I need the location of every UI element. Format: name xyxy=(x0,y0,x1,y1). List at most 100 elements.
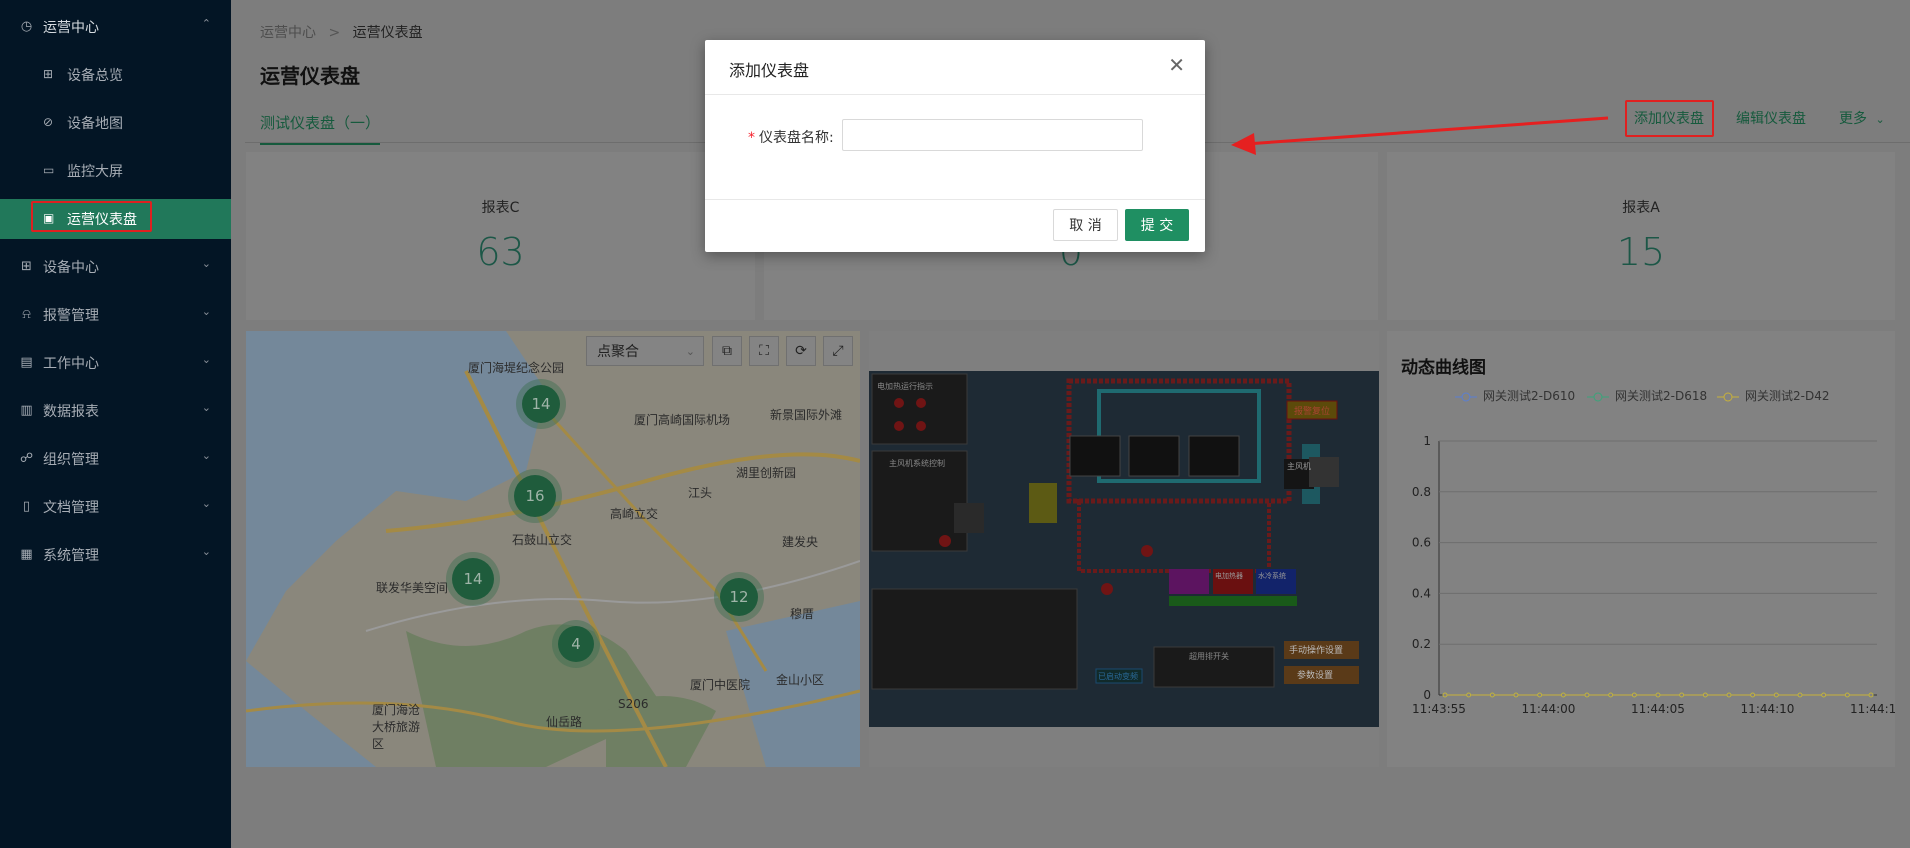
dashboard-name-input[interactable] xyxy=(842,119,1143,151)
sidebar-item-monitor-screen[interactable]: ▭ 监控大屏 xyxy=(0,147,231,195)
chevron-down-icon: ⌄ xyxy=(1875,113,1885,126)
stat-label: 报表A xyxy=(1622,200,1660,216)
stat-card: 报表C 63 xyxy=(246,152,755,320)
map-label: 石鼓山立交 xyxy=(512,533,573,547)
bar-chart-icon: ▥ xyxy=(20,403,33,418)
map-label: 穆厝 xyxy=(790,607,815,621)
highlight-box xyxy=(31,201,152,232)
map-mode-value: 点聚合 xyxy=(597,344,639,360)
alarm-icon: ⍾ xyxy=(22,307,31,322)
submit-button[interactable]: 提 交 xyxy=(1125,209,1189,241)
data-point[interactable] xyxy=(1750,692,1756,698)
edit-dashboard-link[interactable]: 编辑仪表盘 xyxy=(1736,108,1806,128)
cancel-button[interactable]: 取 消 xyxy=(1053,209,1118,241)
dialog-title: 添加仪表盘 xyxy=(729,61,810,80)
map-mode-select[interactable]: 点聚合 ⌄ xyxy=(586,336,704,366)
sidebar-item-alarm[interactable]: ⍾ 报警管理 ⌄ xyxy=(0,291,231,339)
chevron-down-icon: ⌄ xyxy=(201,401,211,414)
data-point[interactable] xyxy=(1655,692,1661,698)
data-point[interactable] xyxy=(1442,692,1448,698)
data-point[interactable] xyxy=(1797,692,1803,698)
map-label: 金山小区 xyxy=(776,673,825,687)
map-cluster[interactable]: 12 xyxy=(720,578,758,616)
map-label: 厦门中医院 xyxy=(690,678,751,692)
data-point[interactable] xyxy=(1726,692,1732,698)
x-tick-label: 11:44:13 xyxy=(1850,702,1895,716)
sidebar-item-org[interactable]: ☍ 组织管理 ⌄ xyxy=(0,435,231,483)
data-point[interactable] xyxy=(1560,692,1566,698)
chevron-down-icon: ⌄ xyxy=(201,353,211,366)
fullscreen-icon[interactable]: ⤢ xyxy=(823,336,853,366)
breadcrumb-root[interactable]: 运营中心 xyxy=(260,25,316,41)
map-label: 仙岳路 xyxy=(546,715,583,729)
required-mark: * xyxy=(748,130,755,146)
calendar-icon: ▤ xyxy=(20,355,33,370)
compass-icon: ⊘ xyxy=(43,115,54,129)
data-point[interactable] xyxy=(1844,692,1850,698)
scada-label: 超用排开关 xyxy=(1189,652,1229,661)
sidebar-item-device-center[interactable]: ⊞ 设备中心 ⌄ xyxy=(0,243,231,291)
more-dropdown[interactable]: 更多 ⌄ xyxy=(1839,108,1885,128)
map-panel[interactable]: 厦门海堤纪念公园 厦门高崎国际机场 新景国际外滩 湖里创新园 高崎立交 江头 石… xyxy=(246,331,860,767)
data-point[interactable] xyxy=(1513,692,1519,698)
sidebar-item-work-center[interactable]: ▤ 工作中心 ⌄ xyxy=(0,339,231,387)
sidebar-item-document[interactable]: ▯ 文档管理 ⌄ xyxy=(0,483,231,531)
org-icon: ☍ xyxy=(19,451,34,466)
sidebar-item-data-report[interactable]: ▥ 数据报表 ⌄ xyxy=(0,387,231,435)
scada-label: 电加热器 xyxy=(1215,572,1243,580)
frame-select-icon[interactable]: ⛶ xyxy=(749,336,779,366)
x-tick-label: 11:44:00 xyxy=(1522,702,1576,716)
stat-value: 63 xyxy=(476,230,525,274)
data-point[interactable] xyxy=(1584,692,1590,698)
grid-icon: ⊞ xyxy=(21,259,32,274)
map-label: 湖里创新园 xyxy=(736,466,797,480)
dialog-header: 添加仪表盘 ✕ xyxy=(705,40,1205,95)
x-tick-label: 11:43:55 xyxy=(1412,702,1466,716)
grid-icon: ⊞ xyxy=(43,67,54,81)
data-point[interactable] xyxy=(1773,692,1779,698)
sidebar-item-device-map[interactable]: ⊘ 设备地图 xyxy=(0,99,231,147)
tab-test-dashboard-1[interactable]: 测试仪表盘（一） xyxy=(260,112,381,145)
map-cluster[interactable]: 16 xyxy=(514,475,556,517)
scada-label: 手动操作设置 xyxy=(1289,646,1344,656)
x-tick-label: 11:44:10 xyxy=(1741,702,1795,716)
copy-icon[interactable]: ⧉ xyxy=(712,336,742,366)
dashboard-name-label: * 仪表盘名称: xyxy=(748,130,834,146)
data-point[interactable] xyxy=(1631,692,1637,698)
chevron-down-icon: ⌄ xyxy=(201,497,211,510)
data-point[interactable] xyxy=(1702,692,1708,698)
data-point[interactable] xyxy=(1608,692,1614,698)
sidebar-item-system[interactable]: ▦ 系统管理 ⌄ xyxy=(0,531,231,579)
data-point[interactable] xyxy=(1679,692,1685,698)
document-icon: ▯ xyxy=(22,499,31,514)
scada-panel: 电加热运行指示 主风机系统控制 手动操作设置 参数设置 报警复位 已启动变频 超… xyxy=(869,331,1379,767)
data-point[interactable] xyxy=(1821,692,1827,698)
breadcrumb-current: 运营仪表盘 xyxy=(352,25,423,41)
stat-label: 报表C xyxy=(481,200,520,216)
sidebar-item-device-overview[interactable]: ⊞ 设备总览 xyxy=(0,51,231,99)
scada-label: 电加热运行指示 xyxy=(877,382,933,391)
dashboard-icon: ◷ xyxy=(20,19,33,34)
breadcrumb-separator: > xyxy=(328,25,341,41)
scada-diagram xyxy=(869,371,1379,727)
data-point[interactable] xyxy=(1868,692,1874,698)
y-tick-label: 1 xyxy=(1423,434,1431,448)
map-label: 建发央 xyxy=(782,535,819,549)
data-point[interactable] xyxy=(1489,692,1495,698)
map-cluster[interactable]: 4 xyxy=(558,626,594,662)
close-icon[interactable]: ✕ xyxy=(1168,55,1185,75)
map-label: 厦门海沧大桥旅游区 xyxy=(372,703,421,751)
chevron-down-icon: ⌄ xyxy=(201,257,211,270)
scada-label: 主风机系统控制 xyxy=(889,459,945,468)
map-label: 新景国际外滩 xyxy=(770,408,843,422)
refresh-icon[interactable]: ⟳ xyxy=(786,336,816,366)
chevron-up-icon: ⌃ xyxy=(201,17,211,30)
highlight-box xyxy=(1625,100,1714,137)
data-point[interactable] xyxy=(1466,692,1472,698)
more-label: 更多 xyxy=(1839,111,1867,127)
sidebar-item-operation-center[interactable]: ◷ 运营中心 ⌃ xyxy=(0,3,231,51)
data-point[interactable] xyxy=(1537,692,1543,698)
map-cluster[interactable]: 14 xyxy=(452,558,494,600)
map-cluster[interactable]: 14 xyxy=(522,385,560,423)
chevron-down-icon: ⌄ xyxy=(201,305,211,318)
